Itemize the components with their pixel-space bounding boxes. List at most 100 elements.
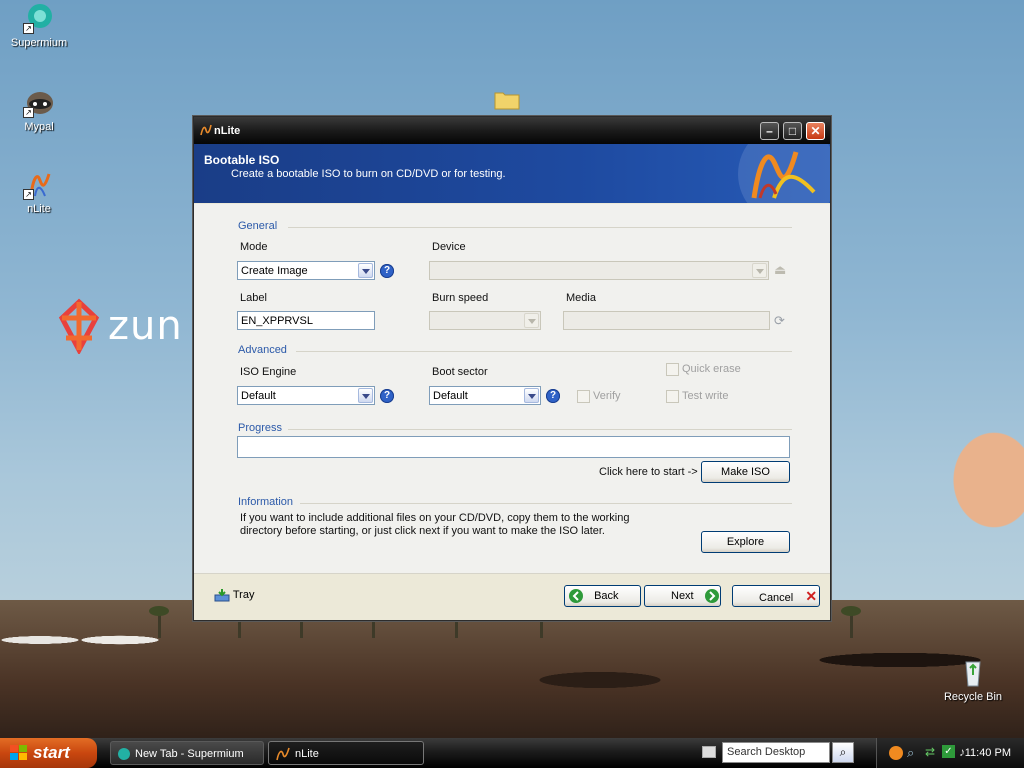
cancel-label: Cancel [759,592,794,604]
label-input[interactable]: EN_XPPRVSL [237,311,375,330]
maximize-button[interactable]: □ [783,122,802,140]
media-label: Media [566,292,596,304]
search-desktop-input[interactable]: Search Desktop [722,742,830,763]
iso-engine-label: ISO Engine [240,366,297,378]
close-button[interactable]: ✕ [806,122,825,140]
zune-wallpaper-logo: zun [56,298,188,354]
media-field [563,311,770,330]
next-label: Next [671,590,694,602]
refresh-icon: ⟳ [774,313,785,328]
next-button[interactable]: Next [644,585,721,607]
section-progress-label: Progress [238,422,283,434]
raccoon-icon: ↗ [23,86,55,118]
burn-speed-select[interactable] [429,311,541,330]
search-icon[interactable]: ⌕ [832,742,854,763]
page-title: Bootable ISO [204,153,280,167]
iso-engine-select[interactable]: Default [237,386,375,405]
boot-sector-select[interactable]: Default [429,386,541,405]
divider [288,429,792,430]
help-icon[interactable]: ? [546,389,560,403]
client-area: General Mode Create Image ? Device ⏏ Lab… [194,204,830,620]
verify-checkbox[interactable] [577,390,590,403]
desktop-icon-supermium[interactable]: ↗ Supermium [4,2,74,49]
quick-erase-label: Quick erase [682,363,741,375]
security-check-icon[interactable]: ✓ [942,745,955,758]
start-button[interactable]: start [0,738,97,768]
tray-button[interactable]: Tray [214,588,254,602]
folder-icon[interactable] [494,88,520,110]
burn-speed-label: Burn speed [432,292,489,304]
mode-select[interactable]: Create Image [237,261,375,280]
clock[interactable]: 11:40 PM [965,747,1011,759]
cancel-x-icon: ✕ [805,588,818,604]
system-tray: ⌕ ⇄ ✓ ♪ 11:40 PM [876,738,1024,768]
iso-engine-value: Default [241,390,276,402]
nlite-icon [276,747,290,761]
section-information-label: Information [238,496,294,508]
tray-label: Tray [232,588,255,601]
cancel-button[interactable]: Cancel ✕ [732,585,820,607]
zune-logo-text: zun [108,303,183,349]
page-banner: Bootable ISO Create a bootable ISO to bu… [194,144,830,203]
section-advanced-label: Advanced [238,344,287,356]
minimize-button[interactable]: – [760,122,779,140]
make-iso-button[interactable]: Make ISO [701,461,790,483]
keyboard-icon[interactable] [702,746,716,758]
explore-button[interactable]: Explore [701,531,790,553]
window-titlebar[interactable]: nLite – □ ✕ [194,117,830,144]
taskbar-item-label: New Tab - Supermium [135,748,244,760]
taskbar-item-supermium[interactable]: New Tab - Supermium [110,741,264,765]
divider [300,503,792,504]
supermium-icon: ↗ [23,2,55,34]
eject-icon: ⏏ [774,262,787,277]
zune-star-icon [58,298,100,354]
arrow-left-icon [569,589,583,604]
start-label: start [33,743,70,762]
label-label: Label [240,292,267,304]
verify-label: Verify [593,390,621,402]
device-select[interactable] [429,261,769,280]
wallpaper-hand [934,420,1024,550]
chevron-down-icon[interactable] [524,388,539,403]
desktop-icon-label: nLite [27,203,51,215]
test-write-checkbox[interactable] [666,390,679,403]
network-icon[interactable]: ⇄ [925,745,935,759]
help-icon[interactable]: ? [380,389,394,403]
nlite-logo-icon [738,144,830,203]
supermium-icon [118,748,130,760]
progress-bar [237,436,790,458]
chevron-down-icon[interactable] [358,263,373,278]
desktop-icon-nlite[interactable]: ↗ nLite [4,168,74,215]
magnifier-icon[interactable]: ⌕ [907,745,914,761]
taskbar-item-nlite[interactable]: nLite [268,741,424,765]
back-button[interactable]: Back [564,585,641,607]
taskbar: start New Tab - Supermium nLite Search D… [0,738,1024,768]
boot-sector-value: Default [433,390,468,402]
nlite-icon: ↗ [23,168,55,200]
nlite-window[interactable]: nLite – □ ✕ Bootable ISO Create a bootab… [193,116,831,621]
nlite-app-icon [200,124,212,136]
arrow-right-icon [704,589,719,604]
divider [288,227,792,228]
desktop-icon-mypal[interactable]: ↗ Mypal [4,86,74,133]
desktop-icon-recycle-bin[interactable]: Recycle Bin [938,656,1008,703]
quick-erase-checkbox[interactable] [666,363,679,376]
device-label: Device [432,241,466,253]
chevron-down-icon [524,313,539,328]
window-title: nLite [214,125,241,137]
page-subtitle: Create a bootable ISO to burn on CD/DVD … [231,168,506,180]
boot-sector-label: Boot sector [432,366,488,378]
divider [296,351,792,352]
mode-select-value: Create Image [241,265,308,277]
start-hint: Click here to start -> [599,466,698,478]
windows-flag-icon [10,745,27,760]
wallpaper-palm [841,606,861,638]
information-text: If you want to include additional files … [240,512,630,537]
test-write-label: Test write [682,390,729,402]
desktop-icon-label: Mypal [24,121,54,133]
firefox-icon[interactable] [889,746,903,760]
chevron-down-icon[interactable] [358,388,373,403]
section-general-label: General [238,220,278,232]
help-icon[interactable]: ? [380,264,394,278]
tray-icon [214,589,230,602]
